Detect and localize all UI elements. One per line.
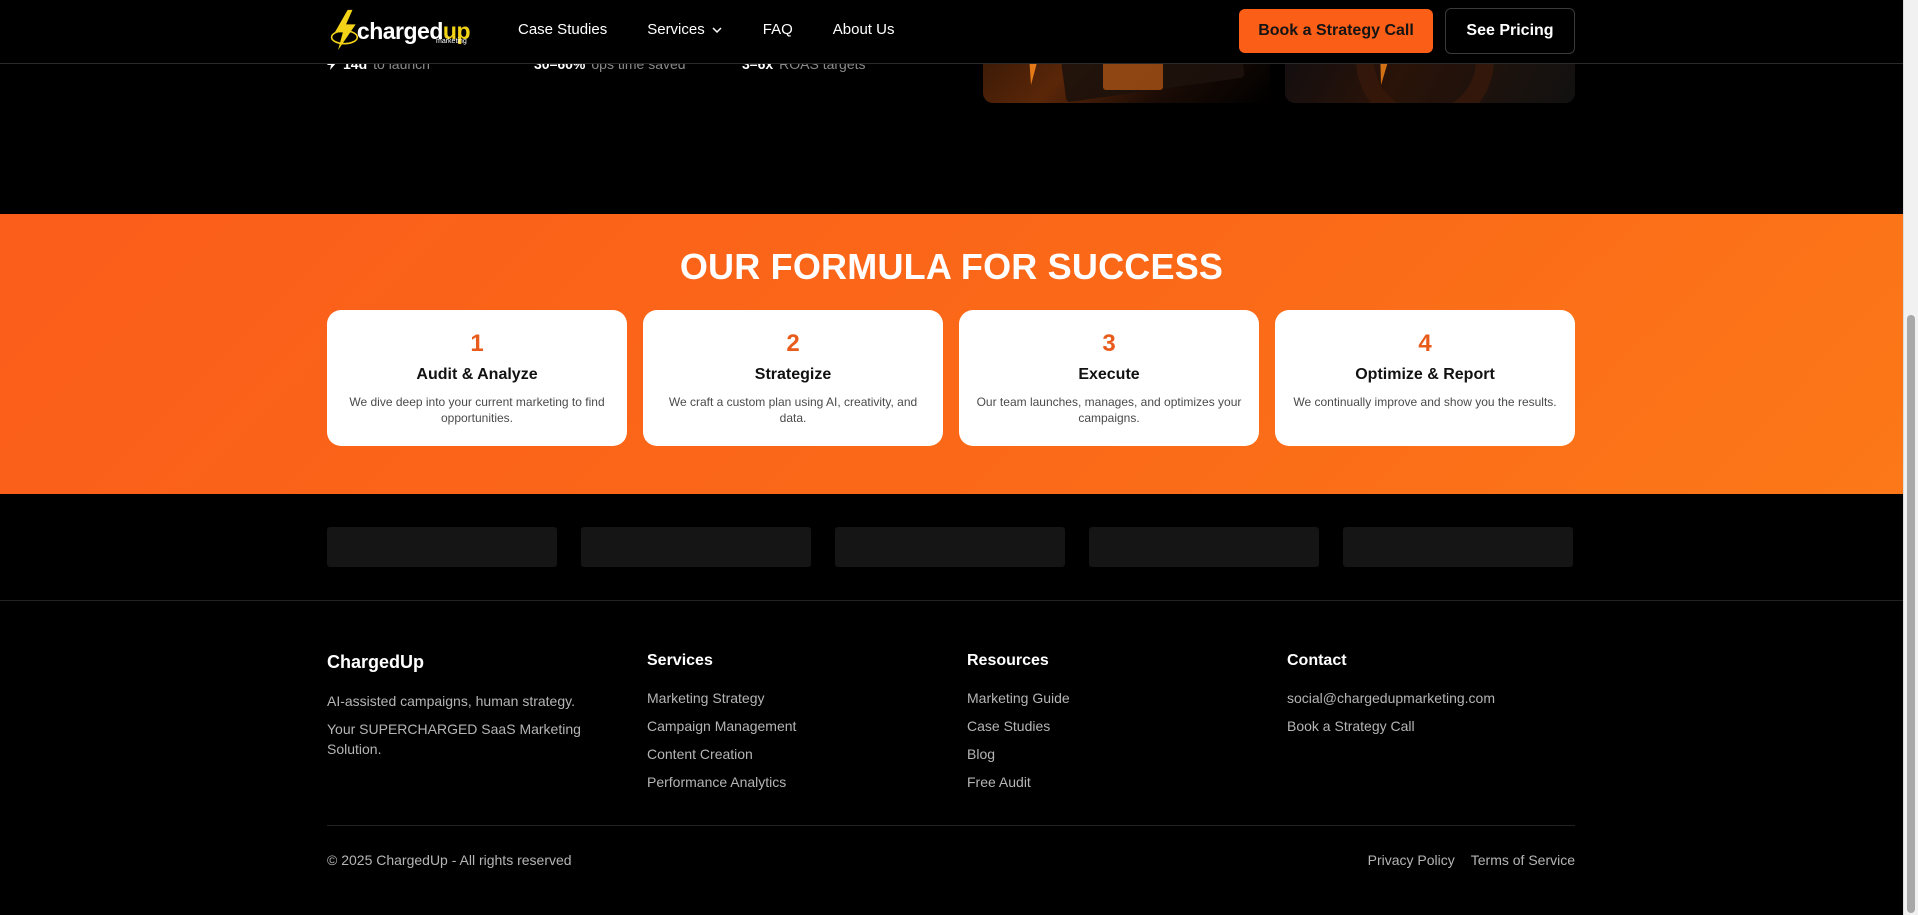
site-header: chargedup marketing Case Studies Service… — [0, 0, 1903, 64]
nav-services[interactable]: Services — [647, 21, 723, 38]
partner-logo-placeholder — [1343, 527, 1573, 567]
step-description: We dive deep into your current marketing… — [349, 395, 605, 425]
footer-link-marketing-guide[interactable]: Marketing Guide — [967, 690, 1070, 706]
footer-services: Services Marketing Strategy Campaign Man… — [647, 652, 796, 802]
footer-tagline: AI-assisted campaigns, human strategy. — [327, 693, 575, 709]
footer-list: social@chargedupmarketing.com Book a Str… — [1287, 690, 1495, 734]
legal-links: Privacy Policy Terms of Service — [1368, 852, 1575, 868]
footer-link-case-studies[interactable]: Case Studies — [967, 718, 1070, 734]
terms-of-service-link[interactable]: Terms of Service — [1471, 852, 1575, 868]
footer-heading: Resources — [967, 652, 1049, 669]
see-pricing-button[interactable]: See Pricing — [1445, 8, 1575, 54]
step-description: We craft a custom plan using AI, creativ… — [668, 395, 918, 425]
nav-faq[interactable]: FAQ — [763, 21, 793, 38]
partner-logo-placeholder — [1089, 527, 1319, 567]
step-title: Optimize & Report — [1355, 366, 1495, 383]
footer-divider — [0, 600, 1903, 601]
footer-brand: ChargedUp AI-assisted campaigns, human s… — [327, 652, 587, 759]
footer-link-performance-analytics[interactable]: Performance Analytics — [647, 774, 796, 790]
lightning-bolt-icon — [330, 9, 359, 51]
logo-word-main: charged — [356, 17, 443, 44]
footer-link-content-creation[interactable]: Content Creation — [647, 746, 796, 762]
step-card-execute: 3 Execute Our team launches, manages, an… — [959, 310, 1259, 446]
footer-link-email[interactable]: social@chargedupmarketing.com — [1287, 690, 1495, 706]
nav-case-studies[interactable]: Case Studies — [518, 21, 607, 38]
footer-list: Marketing Strategy Campaign Management C… — [647, 690, 796, 790]
privacy-policy-link[interactable]: Privacy Policy — [1368, 852, 1455, 868]
footer-heading: Contact — [1287, 652, 1347, 669]
book-strategy-call-button[interactable]: Book a Strategy Call — [1239, 9, 1433, 53]
chevron-down-icon — [712, 26, 722, 33]
step-number: 1 — [470, 330, 484, 357]
step-number: 3 — [1102, 330, 1116, 357]
footer-link-blog[interactable]: Blog — [967, 746, 1070, 762]
nav-label: Services — [647, 21, 705, 38]
footer-subtagline: Your SUPERCHARGED SaaS Marketing Solutio… — [327, 721, 581, 757]
step-card-audit: 1 Audit & Analyze We dive deep into your… — [327, 310, 627, 446]
page-scrollbar[interactable] — [1903, 0, 1918, 915]
step-description: Our team launches, manages, and optimize… — [976, 395, 1242, 425]
partner-logos — [327, 527, 1573, 567]
page: 14d to launch 30–60% ops time saved 3–6x… — [0, 0, 1903, 915]
footer-contact: Contact social@chargedupmarketing.com Bo… — [1287, 652, 1495, 746]
nav-label: About Us — [832, 21, 895, 38]
footer-link-marketing-strategy[interactable]: Marketing Strategy — [647, 690, 796, 706]
footer-list: Marketing Guide Case Studies Blog Free A… — [967, 690, 1070, 790]
formula-section: OUR FORMULA FOR SUCCESS 1 Audit & Analyz… — [0, 214, 1903, 494]
footer-bottom-divider — [327, 825, 1575, 826]
step-number: 2 — [786, 330, 800, 357]
footer-link-campaign-management[interactable]: Campaign Management — [647, 718, 796, 734]
partner-logo-placeholder — [581, 527, 811, 567]
section-title: OUR FORMULA FOR SUCCESS — [679, 246, 1224, 287]
formula-steps: 1 Audit & Analyze We dive deep into your… — [327, 310, 1575, 446]
footer-resources: Resources Marketing Guide Case Studies B… — [967, 652, 1070, 802]
partner-logo-placeholder — [835, 527, 1065, 567]
partner-logo-placeholder — [327, 527, 557, 567]
step-number: 4 — [1418, 330, 1432, 357]
step-title: Audit & Analyze — [416, 366, 538, 383]
nav-label: Case Studies — [518, 21, 608, 38]
main-nav: Case Studies Services FAQ About Us — [518, 21, 894, 38]
footer-heading: Services — [647, 652, 713, 669]
logo[interactable]: chargedup marketing — [330, 2, 471, 58]
logo-subtitle: marketing — [436, 38, 467, 45]
scrollbar-thumb[interactable] — [1907, 315, 1915, 913]
nav-about-us[interactable]: About Us — [833, 21, 895, 38]
footer-link-free-audit[interactable]: Free Audit — [967, 774, 1070, 790]
step-title: Strategize — [754, 366, 832, 383]
step-title: Execute — [1078, 366, 1140, 383]
step-card-optimize: 4 Optimize & Report We continually impro… — [1275, 310, 1575, 446]
nav-label: FAQ — [762, 21, 793, 38]
footer-brand-name: ChargedUp — [327, 652, 425, 672]
step-description: We continually improve and show you the … — [1293, 395, 1557, 409]
step-card-strategize: 2 Strategize We craft a custom plan usin… — [643, 310, 943, 446]
footer-link-book-call[interactable]: Book a Strategy Call — [1287, 718, 1495, 734]
copyright: © 2025 ChargedUp - All rights reserved — [327, 852, 572, 868]
